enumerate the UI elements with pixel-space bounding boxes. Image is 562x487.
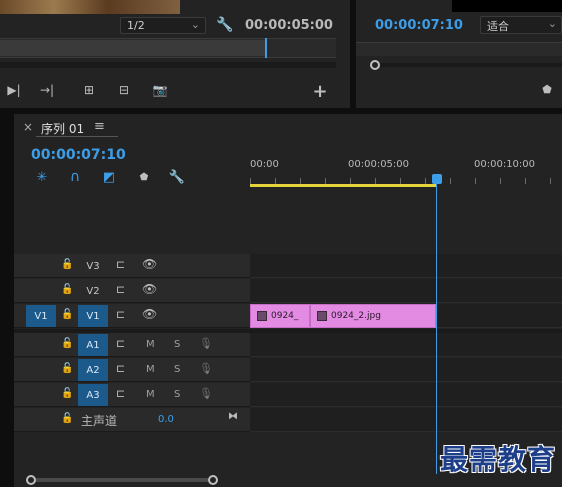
timeline-close-button[interactable]: × (23, 120, 33, 134)
track-header-a2[interactable]: 🔓 A2 ⊏ M S 🎙 (14, 358, 250, 382)
eye-icon[interactable]: 👁 (142, 257, 157, 271)
program-monitor: 00:00:07:10 适合 ⌄ ⬟ (356, 0, 562, 108)
go-to-out-icon[interactable]: →| (38, 82, 56, 98)
master-volume-value[interactable]: 0.0 (158, 414, 174, 425)
track-header-a3[interactable]: 🔓 A3 ⊏ M S 🎙 (14, 383, 250, 407)
eye-icon[interactable]: 👁 (142, 282, 157, 296)
microphone-icon[interactable]: 🎙 (199, 362, 213, 375)
ruler-label-10s: 00:00:10:00 (474, 159, 536, 170)
source-playhead[interactable] (265, 38, 267, 58)
eye-icon[interactable]: 👁 (142, 307, 157, 321)
mute-button[interactable]: M (146, 339, 155, 350)
solo-button[interactable]: S (174, 389, 180, 400)
lock-icon[interactable]: 🔓 (61, 363, 73, 374)
master-track-lane[interactable] (250, 408, 562, 432)
program-scroll-handle[interactable] (370, 60, 380, 70)
wrench-icon[interactable]: 🔧 (216, 16, 234, 34)
microphone-icon[interactable]: 🎙 (199, 337, 213, 350)
tab-underline (36, 136, 118, 137)
mute-button[interactable]: M (146, 389, 155, 400)
snap-magnet-icon[interactable]: ∩ (67, 169, 83, 185)
track-header-a1[interactable]: 🔓 A1 ⊏ M S 🎙 (14, 333, 250, 357)
track-name-a2[interactable]: A2 (78, 359, 108, 381)
master-track-header[interactable]: 🔓 主声道 0.0 ⧓ (14, 408, 250, 432)
lock-icon[interactable]: 🔓 (61, 413, 73, 424)
track-lane-v2[interactable] (250, 279, 562, 303)
solo-button[interactable]: S (174, 364, 180, 375)
track-name-v2[interactable]: V2 (78, 280, 108, 302)
track-lane-v3[interactable] (250, 254, 562, 278)
mute-button[interactable]: M (146, 364, 155, 375)
source-zoom-select[interactable]: 1/2 ⌄ (120, 17, 206, 34)
timeline-playhead-line[interactable] (436, 184, 437, 474)
ruler-label-5s: 00:00:05:00 (348, 159, 410, 170)
add-button-icon[interactable]: + (311, 81, 329, 102)
timeline-playhead-handle[interactable] (432, 174, 442, 184)
track-header-v2[interactable]: 🔓 V2 ⊏ 👁 (14, 279, 250, 303)
timeline-playhead-timecode[interactable]: 00:00:07:10 (31, 147, 126, 163)
source-duration-timecode: 00:00:05:00 (245, 18, 333, 33)
program-time-ruler[interactable] (356, 42, 562, 56)
timeline-scroll-right-handle[interactable] (208, 475, 218, 485)
clip-0924[interactable]: 0924_ (250, 304, 310, 328)
track-lane-a2[interactable] (250, 358, 562, 382)
ruler-label-0: 00:00 (250, 159, 279, 170)
watermark-text: 最需教育 (440, 443, 557, 476)
timeline-ruler[interactable]: 00:00 00:00:05:00 00:00:10:00 (250, 154, 562, 188)
timeline-scroll-left-handle[interactable] (26, 475, 36, 485)
program-video-area (452, 0, 562, 12)
track-name-v3[interactable]: V3 (78, 255, 108, 277)
play-in-to-out-icon[interactable]: ▶| (6, 82, 22, 98)
program-scroll-bar[interactable] (380, 63, 562, 67)
fx-icon (257, 311, 267, 321)
lock-icon[interactable]: 🔓 (61, 388, 73, 399)
track-lane-a1[interactable] (250, 333, 562, 357)
sync-lock-icon[interactable]: ⊏ (116, 362, 125, 375)
nest-toggle-icon[interactable]: ✳ (34, 169, 50, 185)
track-header-v3[interactable]: 🔓 V3 ⊏ 👁 (14, 254, 250, 278)
track-name-v1[interactable]: V1 (78, 305, 108, 327)
source-monitor: 1/2 ⌄ 🔧 00:00:05:00 ▶| →| ⊞ ⊟ 📷 + (0, 0, 350, 108)
panel-menu-icon[interactable]: ≡ (94, 119, 105, 134)
source-patch-v1[interactable]: V1 (26, 305, 56, 327)
source-scroll-bar[interactable] (0, 62, 336, 68)
program-current-timecode[interactable]: 00:00:07:10 (375, 18, 463, 33)
work-area-bar[interactable] (250, 184, 436, 187)
sync-lock-icon[interactable]: ⊏ (116, 337, 125, 350)
sync-lock-icon[interactable]: ⊏ (116, 283, 125, 296)
lock-icon[interactable]: 🔓 (61, 309, 73, 320)
marker-icon[interactable]: ⬟ (540, 82, 554, 96)
sync-lock-icon[interactable]: ⊏ (116, 258, 125, 271)
empty-track-area (14, 190, 562, 254)
solo-button[interactable]: S (174, 339, 180, 350)
timeline-panel: × 序列 01 ≡ 00:00:07:10 ✳ ∩ ◩ ⬟ 🔧 00:00 00… (14, 114, 562, 487)
chevron-down-icon: ⌄ (190, 18, 200, 31)
fx-icon (317, 311, 327, 321)
insert-icon[interactable]: ⊞ (80, 82, 98, 98)
camera-icon[interactable]: 📷 (151, 82, 169, 98)
linked-selection-icon[interactable]: ◩ (101, 169, 117, 185)
chevron-down-icon: ⌄ (547, 17, 557, 30)
microphone-icon[interactable]: 🎙 (199, 387, 213, 400)
lock-icon[interactable]: 🔓 (61, 259, 73, 270)
track-lane-a3[interactable] (250, 383, 562, 407)
timeline-scroll-thumb[interactable] (36, 478, 208, 482)
add-marker-icon[interactable]: ⬟ (137, 170, 151, 184)
overwrite-icon[interactable]: ⊟ (115, 82, 133, 98)
sync-lock-icon[interactable]: ⊏ (116, 387, 125, 400)
track-name-a3[interactable]: A3 (78, 384, 108, 406)
lock-icon[interactable]: 🔓 (61, 338, 73, 349)
timeline-settings-wrench-icon[interactable]: 🔧 (169, 169, 185, 185)
lock-icon[interactable]: 🔓 (61, 284, 73, 295)
sync-lock-icon[interactable]: ⊏ (116, 308, 125, 321)
sequence-tab[interactable]: 序列 01 (41, 120, 84, 137)
clip-0924_2[interactable]: 0924_2.jpg (310, 304, 436, 328)
source-thumbnail (0, 0, 180, 14)
track-header-v1[interactable]: V1 🔓 V1 ⊏ 👁 (14, 304, 250, 328)
source-inout-range (0, 40, 266, 56)
program-fit-select[interactable]: 适合 ⌄ (480, 16, 562, 34)
master-track-label: 主声道 (81, 414, 118, 428)
track-name-a1[interactable]: A1 (78, 334, 108, 356)
go-to-end-icon[interactable]: ⧓ (228, 411, 238, 422)
